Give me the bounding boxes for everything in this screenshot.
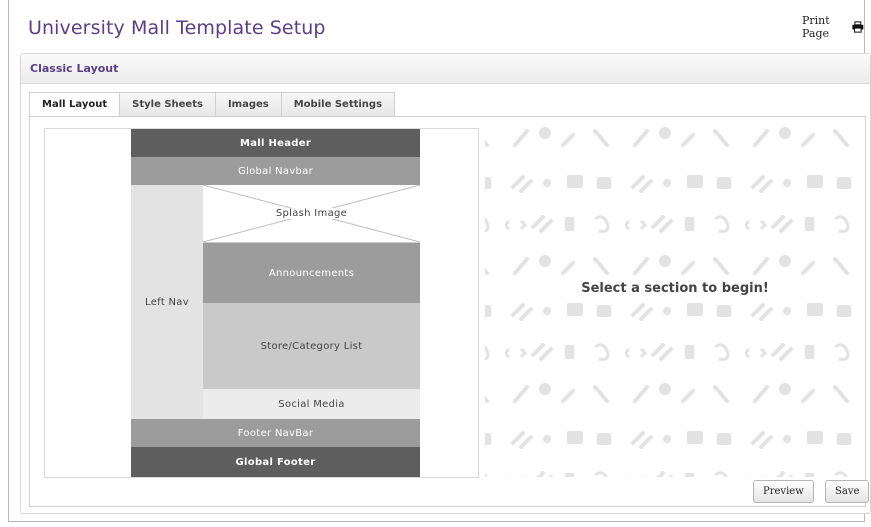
section-announcements[interactable]: Announcements xyxy=(203,243,420,303)
print-page-label: Print Page xyxy=(802,14,830,40)
preview-button[interactable]: Preview xyxy=(753,480,814,503)
tab-mall-layout[interactable]: Mall Layout xyxy=(29,92,121,118)
tool-pattern-background xyxy=(485,117,865,477)
panel-title: Classic Layout xyxy=(21,54,870,84)
section-announcements-label: Announcements xyxy=(268,267,355,279)
section-mall-header[interactable]: Mall Header xyxy=(131,129,420,157)
section-global-footer-label: Global Footer xyxy=(235,456,316,468)
section-mall-header-label: Mall Header xyxy=(239,137,312,149)
select-section-message: Select a section to begin! xyxy=(581,281,769,296)
section-store-category-list[interactable]: Store/Category List xyxy=(203,303,420,389)
section-left-nav[interactable]: Left Nav xyxy=(131,185,203,419)
layout-diagram: Mall Header Global Navbar Left Nav Splas… xyxy=(44,128,479,478)
tab-bar: Mall Layout Style Sheets Images Mobile S… xyxy=(29,92,396,118)
print-page-link[interactable]: Print Page xyxy=(802,14,864,40)
tab-images[interactable]: Images xyxy=(215,92,282,117)
page-title: University Mall Template Setup xyxy=(28,17,326,39)
section-global-navbar-label: Global Navbar xyxy=(237,165,314,177)
save-button[interactable]: Save xyxy=(825,480,870,503)
page-frame: University Mall Template Setup Print Pag… xyxy=(8,0,871,522)
tab-style-sheets[interactable]: Style Sheets xyxy=(120,92,216,117)
section-social-media[interactable]: Social Media xyxy=(203,389,420,419)
template-panel: Classic Layout Mall Layout Style Sheets … xyxy=(20,53,871,514)
section-store-category-list-label: Store/Category List xyxy=(260,340,363,352)
section-splash-image-label: Splash Image xyxy=(273,208,350,219)
section-left-nav-label: Left Nav xyxy=(145,296,189,308)
section-social-media-label: Social Media xyxy=(278,398,345,410)
printer-icon xyxy=(852,21,864,33)
section-footer-navbar-label: Footer NavBar xyxy=(237,427,314,439)
tab-content: Mall Header Global Navbar Left Nav Splas… xyxy=(29,116,870,507)
section-global-navbar[interactable]: Global Navbar xyxy=(131,157,420,185)
section-splash-image[interactable]: Splash Image xyxy=(203,185,420,243)
section-global-footer[interactable]: Global Footer xyxy=(131,447,420,477)
section-editor-area: Select a section to begin! xyxy=(485,117,865,477)
tab-mobile-settings[interactable]: Mobile Settings xyxy=(281,92,396,117)
section-footer-navbar[interactable]: Footer NavBar xyxy=(131,419,420,447)
